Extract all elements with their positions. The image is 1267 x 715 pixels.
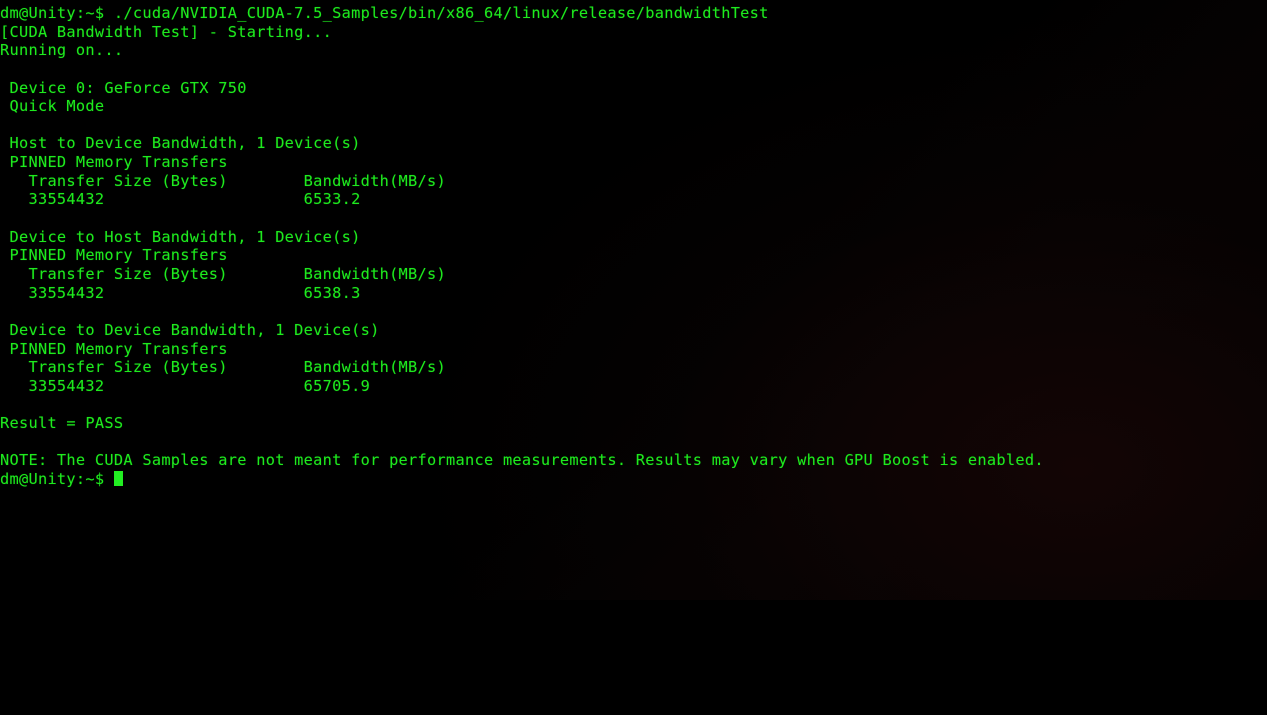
terminal-line-host-to-device-values: 33554432 6533.2 (0, 190, 361, 209)
terminal-line-device-to-host-headers: Transfer Size (Bytes) Bandwidth(MB/s) (0, 264, 447, 283)
terminal-line-blank-2 (0, 116, 1044, 135)
terminal-window[interactable]: dm@Unity:~$ ./cuda/NVIDIA_CUDA-7.5_Sampl… (0, 0, 1267, 600)
terminal-line-note: NOTE: The CUDA Samples are not meant for… (0, 451, 1044, 470)
terminal-line-blank-5 (0, 395, 1044, 414)
terminal-line-blank-6 (0, 433, 1044, 452)
terminal-line-result: Result = PASS (0, 414, 124, 433)
terminal-line-device-name: Device 0: GeForce GTX 750 (0, 78, 247, 97)
terminal-line-blank-3 (0, 209, 1044, 228)
terminal-prompt-line[interactable]: dm@Unity:~$ (0, 470, 1044, 489)
terminal-line-command: dm@Unity:~$ ./cuda/NVIDIA_CUDA-7.5_Sampl… (0, 4, 769, 22)
terminal-line-device-to-host-heading: Device to Host Bandwidth, 1 Device(s) (0, 227, 361, 246)
terminal-console-output[interactable]: dm@Unity:~$ ./cuda/NVIDIA_CUDA-7.5_Sampl… (0, 0, 1044, 489)
terminal-line-device-to-device-values: 33554432 65705.9 (0, 376, 371, 395)
terminal-line-device-to-device-heading: Device to Device Bandwidth, 1 Device(s) (0, 320, 380, 339)
terminal-line-device-to-device-memory-mode: PINNED Memory Transfers (0, 339, 228, 358)
terminal-line-host-to-device-headers: Transfer Size (Bytes) Bandwidth(MB/s) (0, 171, 447, 190)
terminal-line-test-title: [CUDA Bandwidth Test] - Starting... (0, 22, 333, 41)
terminal-line-blank-4 (0, 302, 1044, 321)
terminal-line-device-to-device-headers: Transfer Size (Bytes) Bandwidth(MB/s) (0, 358, 447, 377)
screen: dm@Unity:~$ ./cuda/NVIDIA_CUDA-7.5_Sampl… (0, 0, 1267, 715)
text-cursor (113, 471, 123, 487)
terminal-line-device-to-host-memory-mode: PINNED Memory Transfers (0, 246, 228, 265)
terminal-line-host-to-device-heading: Host to Device Bandwidth, 1 Device(s) (0, 134, 361, 153)
terminal-line-blank-1 (0, 60, 1044, 79)
shell-prompt: dm@Unity:~$ (0, 470, 114, 489)
terminal-line-quick-mode: Quick Mode (0, 97, 105, 116)
terminal-line-device-to-host-values: 33554432 6538.3 (0, 283, 361, 302)
terminal-line-host-to-device-memory-mode: PINNED Memory Transfers (0, 153, 228, 172)
terminal-line-running-on: Running on... (0, 41, 124, 60)
desktop-background (0, 600, 1267, 715)
